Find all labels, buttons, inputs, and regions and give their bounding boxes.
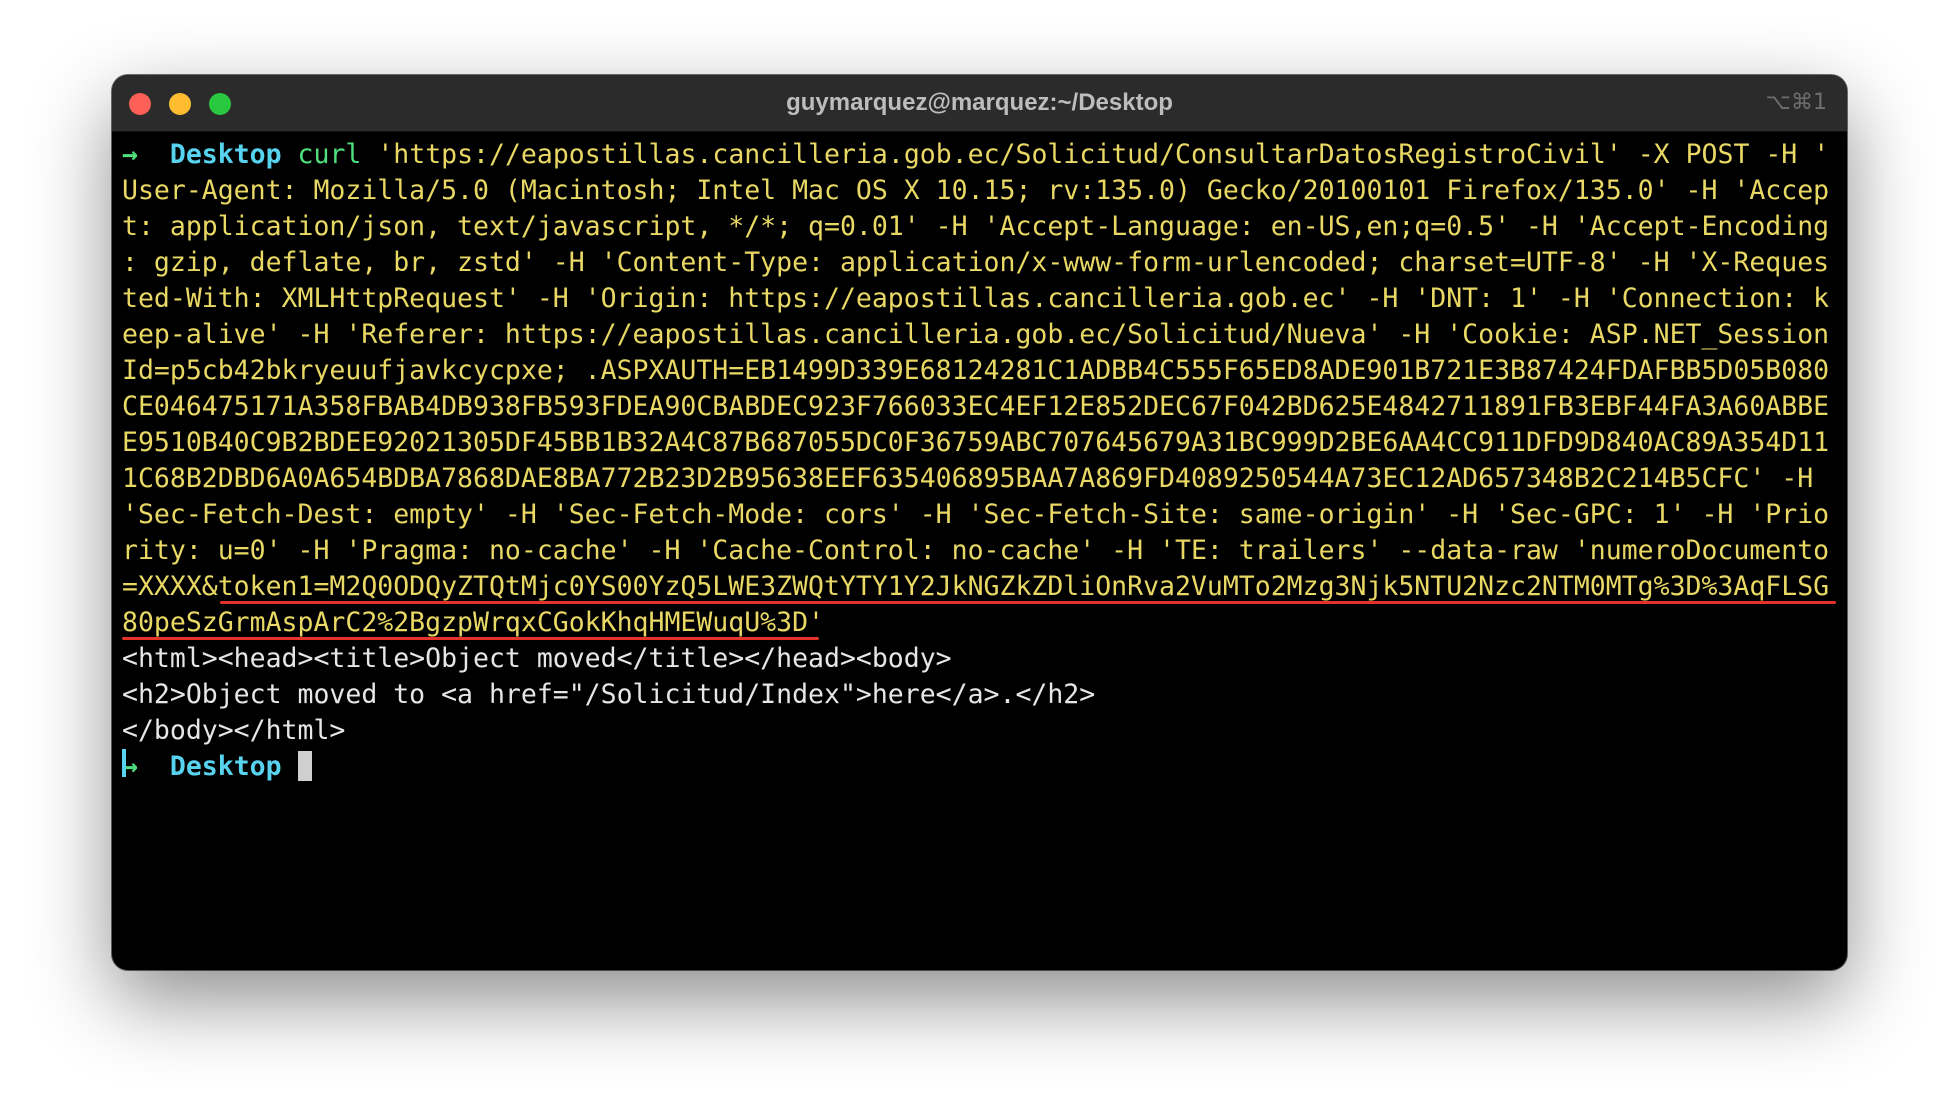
command-text: CE046475171A358FBAB4DB938FB593FDEA90CBAB… xyxy=(122,391,1830,422)
prompt-directory: Desktop xyxy=(169,751,282,782)
window-title: guymarquez@marquez:~/Desktop xyxy=(786,89,1173,116)
command-line: → Desktop curl 'https://eapostillas.canc… xyxy=(122,137,1838,173)
command-text: Id=p5cb42bkryeuufjavkcycpxe; .ASPXAUTH=E… xyxy=(122,355,1830,386)
token-highlight-underline xyxy=(220,601,1836,604)
text-cursor xyxy=(297,751,312,781)
terminal-content[interactable]: → Desktop curl 'https://eapostillas.canc… xyxy=(122,137,1838,785)
output-line: <h2>Object moved to <a href="/Solicitud/… xyxy=(122,679,1096,710)
token-line: =XXXX&token1=M2Q0ODQyZTQtMjc0YS00YzQ5LWE… xyxy=(122,571,1830,602)
command-text: 1C68B2DBD6A0A654BDBA7868DAE8BA772B23D2B9… xyxy=(122,463,1814,494)
command-text: : gzip, deflate, br, zstd' -H 'Content-T… xyxy=(122,247,1830,278)
output-line: <html><head><title>Object moved</title><… xyxy=(122,643,952,674)
command-text: 'Sec-Fetch-Dest: empty' -H 'Sec-Fetch-Mo… xyxy=(122,499,1830,530)
command-text: 'https://eapostillas.cancilleria.gob.ec/… xyxy=(361,139,1830,170)
command-text: t: application/json, text/javascript, */… xyxy=(122,211,1830,242)
prompt-mark xyxy=(122,749,126,777)
output-line: </body></html> xyxy=(122,715,346,746)
prompt-arrow-icon: → xyxy=(122,139,138,170)
tab-shortcut-label: ⌥⌘1 xyxy=(1765,90,1827,115)
command-text: E9510B40C9B2BDEE92021305DF45BB1B32A4C87B… xyxy=(122,427,1830,458)
terminal-window[interactable]: guymarquez@marquez:~/Desktop ⌥⌘1 → Deskt… xyxy=(112,75,1847,970)
command-text: eep-alive' -H 'Referer: https://eapostil… xyxy=(122,319,1830,350)
command-text: rity: u=0' -H 'Pragma: no-cache' -H 'Cac… xyxy=(122,535,1830,566)
prompt-directory: Desktop xyxy=(169,139,282,170)
token-highlight-underline xyxy=(122,637,819,640)
command-name: curl xyxy=(297,139,362,170)
active-prompt-line[interactable]: → Desktop xyxy=(122,749,1838,785)
command-text: ted-With: XMLHttpRequest' -H 'Origin: ht… xyxy=(122,283,1830,314)
token-line: 80peSzGrmAspArC2%2BgzpWrqxCGokKhqHMEWuqU… xyxy=(122,607,824,638)
command-text: User-Agent: Mozilla/5.0 (Macintosh; Inte… xyxy=(122,175,1830,206)
title-bar[interactable]: guymarquez@marquez:~/Desktop ⌥⌘1 xyxy=(112,75,1847,132)
